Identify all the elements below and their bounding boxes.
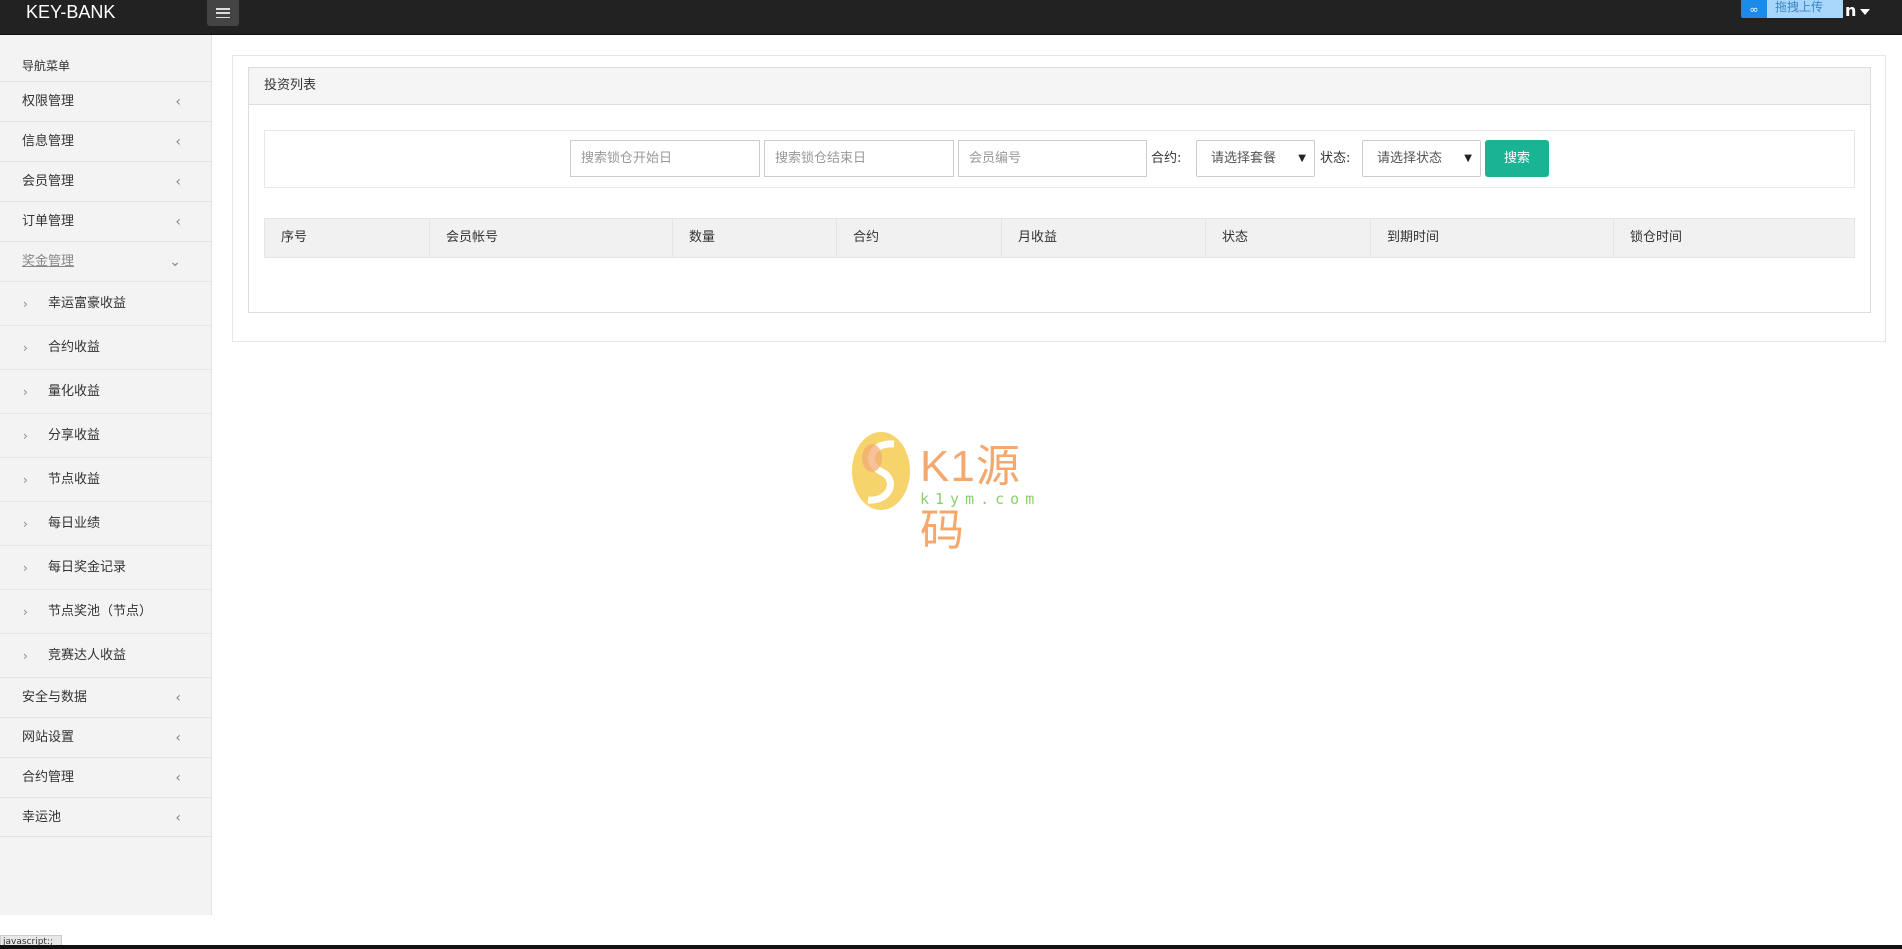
- sidebar-item-label: 安全与数据: [22, 690, 88, 705]
- sidebar: 导航菜单 权限管理 ‹ 信息管理 ‹ 会员管理 ‹ 订单管理 ‹ 奖金管理 ⌄ › 幸运富豪…: [0, 35, 212, 915]
- sidebar-item-label: 幸运池: [22, 810, 62, 825]
- chevron-left-icon: ‹: [175, 214, 181, 230]
- contract-select-value: 请选择套餐: [1211, 151, 1277, 166]
- brand-logo[interactable]: KEY-BANK: [26, 0, 115, 24]
- sidebar-subitem-label: 幸运富豪收益: [48, 296, 127, 311]
- sidebar-item-info[interactable]: 信息管理 ‹: [0, 121, 211, 161]
- chevron-down-icon: ▼: [1298, 153, 1306, 164]
- chevron-right-icon: ›: [23, 429, 28, 443]
- nav-header: 导航菜单: [22, 59, 71, 73]
- sidebar-item-members[interactable]: 会员管理 ‹: [0, 161, 211, 201]
- watermark-logo-icon: [852, 432, 910, 510]
- sidebar-item-bonus[interactable]: 奖金管理 ⌄: [0, 241, 211, 281]
- chevron-right-icon: ›: [23, 473, 28, 487]
- chevron-down-icon: ⌄: [169, 254, 181, 270]
- chevron-left-icon: ‹: [175, 690, 181, 706]
- sidebar-item-label: 权限管理: [22, 94, 75, 109]
- sidebar-subitem-label: 分享收益: [48, 428, 101, 443]
- panel-title: 投资列表: [249, 68, 1870, 105]
- sidebar-item-permissions[interactable]: 权限管理 ‹: [0, 81, 211, 121]
- sidebar-subitem-daily-performance[interactable]: › 每日业绩: [0, 501, 211, 545]
- sidebar-subitem-daily-bonus[interactable]: › 每日奖金记录: [0, 545, 211, 589]
- sidebar-item-label: 网站设置: [22, 730, 75, 745]
- status-select[interactable]: 请选择状态 ▼: [1362, 140, 1481, 177]
- watermark: K1源码 k1ym.com: [850, 430, 1060, 555]
- chevron-right-icon: ›: [23, 605, 28, 619]
- sidebar-item-label: 合约管理: [22, 770, 75, 785]
- chevron-right-icon: ›: [23, 561, 28, 575]
- column-header[interactable]: 序号: [265, 219, 430, 257]
- sidebar-item-label: 信息管理: [22, 134, 75, 149]
- sidebar-subitem-quant-income[interactable]: › 量化收益: [0, 369, 211, 413]
- chevron-left-icon: ‹: [175, 174, 181, 190]
- sidebar-item-site-settings[interactable]: 网站设置 ‹: [0, 717, 211, 757]
- upload-widget[interactable]: ∞ 拖拽上传: [1741, 0, 1843, 18]
- sidebar-subitem-contract-income[interactable]: › 合约收益: [0, 325, 211, 369]
- sidebar-item-orders[interactable]: 订单管理 ‹: [0, 201, 211, 241]
- chevron-left-icon: ‹: [175, 134, 181, 150]
- cloud-link-icon: ∞: [1749, 2, 1759, 16]
- end-date-input[interactable]: 搜索锁仓结束日: [764, 140, 954, 177]
- sidebar-item-lucky-pool[interactable]: 幸运池 ‹: [0, 797, 211, 837]
- sidebar-subitem-share-income[interactable]: › 分享收益: [0, 413, 211, 457]
- column-header[interactable]: 会员帐号: [430, 219, 673, 257]
- column-header[interactable]: 到期时间: [1371, 219, 1614, 257]
- sidebar-subitem-label: 每日业绩: [48, 516, 101, 531]
- menu-toggle-button[interactable]: [207, 0, 239, 26]
- sidebar-subitem-label: 节点收益: [48, 472, 101, 487]
- column-header[interactable]: 月收益: [1002, 219, 1206, 257]
- column-header[interactable]: 状态: [1206, 219, 1371, 257]
- watermark-url: k1ym.com: [920, 490, 1041, 508]
- column-header[interactable]: 锁仓时间: [1614, 219, 1854, 257]
- user-menu[interactable]: n: [1845, 1, 1871, 21]
- investment-panel: 投资列表: [248, 67, 1871, 313]
- chevron-left-icon: ‹: [175, 94, 181, 110]
- table-header: 序号 会员帐号 数量 合约 月收益 状态 到期时间 锁仓时间: [264, 218, 1855, 258]
- sidebar-subitem-node-pool[interactable]: › 节点奖池（节点）: [0, 589, 211, 633]
- user-name: n: [1845, 1, 1857, 20]
- sidebar-subitem-contest-income[interactable]: › 竞赛达人收益: [0, 633, 211, 677]
- sidebar-item-label: 会员管理: [22, 174, 75, 189]
- status-select-value: 请选择状态: [1377, 151, 1443, 166]
- sidebar-subitem-label: 量化收益: [48, 384, 101, 399]
- bottom-edge: [0, 945, 1902, 949]
- sidebar-subitem-label: 每日奖金记录: [48, 560, 127, 575]
- member-id-input[interactable]: 会员编号: [958, 140, 1147, 177]
- chevron-right-icon: ›: [23, 649, 28, 663]
- chevron-left-icon: ‹: [175, 770, 181, 786]
- chevron-left-icon: ‹: [175, 730, 181, 746]
- chevron-right-icon: ›: [23, 341, 28, 355]
- sidebar-subitem-lucky-rich[interactable]: › 幸运富豪收益: [0, 281, 211, 325]
- sidebar-subitem-label: 合约收益: [48, 340, 101, 355]
- sidebar-subitem-label: 竞赛达人收益: [48, 648, 127, 663]
- top-navbar: KEY-BANK ∞ 拖拽上传 n: [0, 0, 1902, 35]
- caret-down-icon: [1860, 8, 1871, 15]
- chevron-right-icon: ›: [23, 297, 28, 311]
- chevron-left-icon: ‹: [175, 810, 181, 826]
- sidebar-item-security[interactable]: 安全与数据 ‹: [0, 677, 211, 717]
- sidebar-item-label: 订单管理: [22, 214, 75, 229]
- chevron-right-icon: ›: [23, 385, 28, 399]
- search-button[interactable]: 搜索: [1485, 140, 1549, 177]
- contract-select[interactable]: 请选择套餐 ▼: [1196, 140, 1315, 177]
- upload-label: 拖拽上传: [1767, 0, 1843, 18]
- sidebar-subitem-label: 节点奖池（节点）: [48, 604, 153, 619]
- column-header[interactable]: 数量: [673, 219, 837, 257]
- hamburger-icon: [216, 8, 230, 18]
- status-label: 状态:: [1320, 151, 1351, 166]
- sidebar-item-label: 奖金管理: [22, 254, 75, 269]
- sidebar-subitem-node-income[interactable]: › 节点收益: [0, 457, 211, 501]
- sidebar-item-contracts[interactable]: 合约管理 ‹: [0, 757, 211, 797]
- start-date-input[interactable]: 搜索锁仓开始日: [570, 140, 760, 177]
- column-header[interactable]: 合约: [837, 219, 1002, 257]
- chevron-down-icon: ▼: [1464, 153, 1472, 164]
- chevron-right-icon: ›: [23, 517, 28, 531]
- contract-label: 合约:: [1151, 151, 1182, 166]
